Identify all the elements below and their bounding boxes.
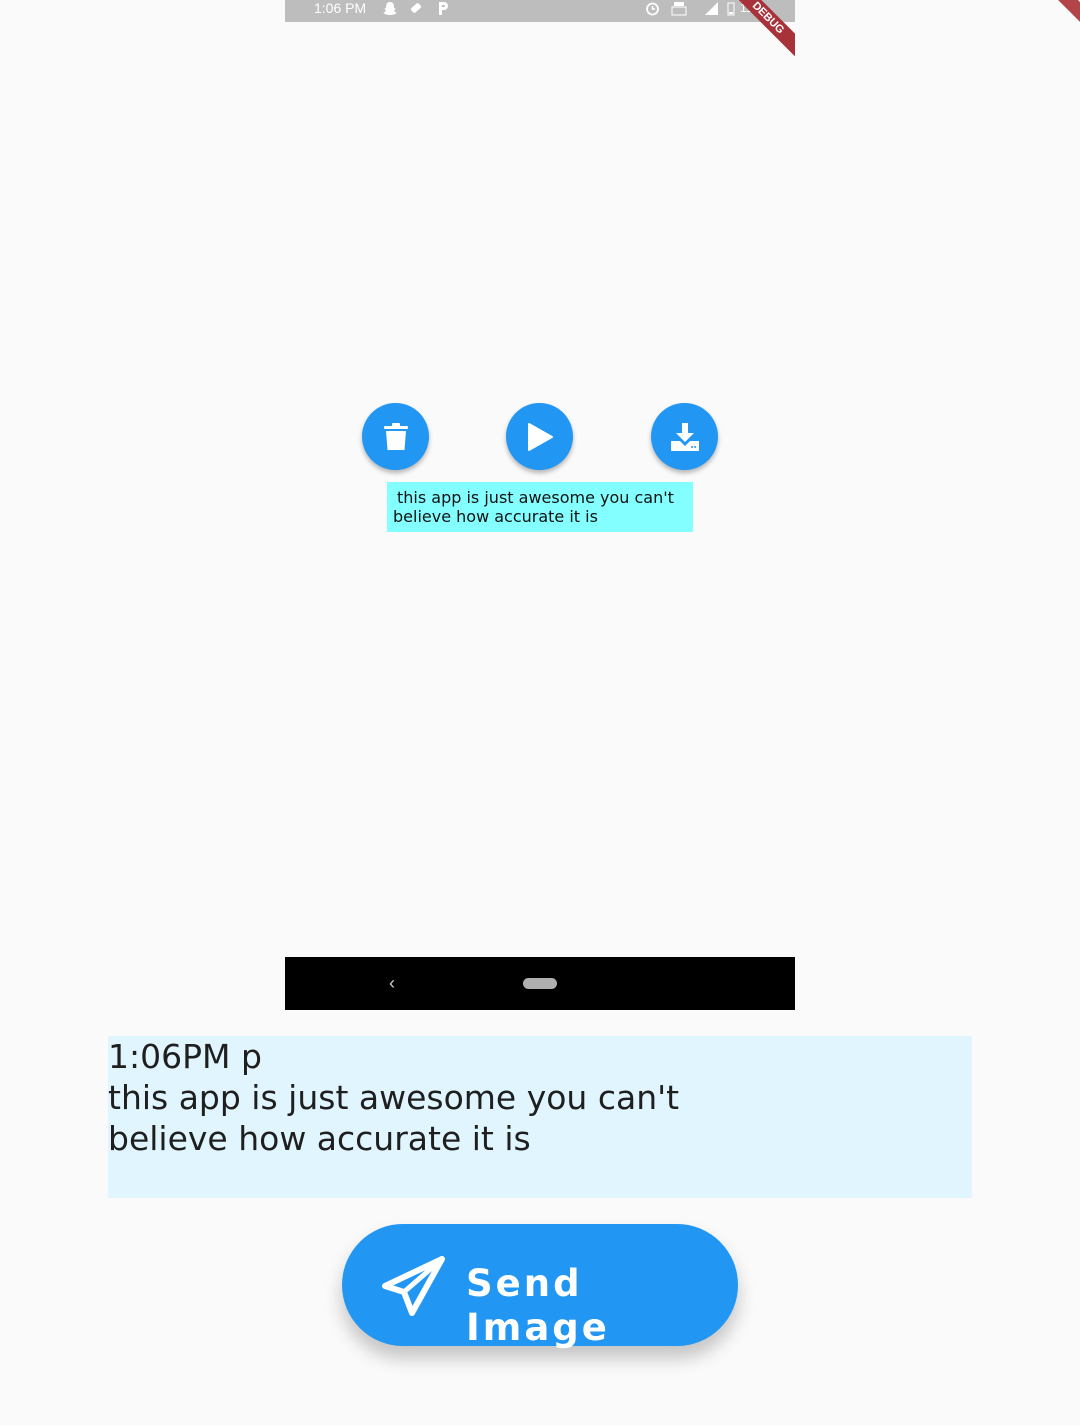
alarm-icon — [645, 1, 660, 19]
status-time: 1:06 PM — [314, 0, 367, 16]
navigation-bar: ‹ — [285, 957, 795, 1010]
send-image-label: Send Image — [466, 1262, 610, 1349]
play-icon — [526, 422, 554, 452]
caption-line-2: believe how accurate it is — [393, 507, 598, 526]
message-line-1: this app is just awesome you can't — [108, 1078, 680, 1117]
debug-corner-ribbon — [1035, 0, 1080, 27]
message-header: 1:06PM p — [108, 1037, 262, 1076]
parking-icon — [437, 1, 449, 19]
send-image-button[interactable]: Send Image — [342, 1224, 738, 1349]
snapchat-icon — [383, 1, 397, 20]
screenshot-preview: 1:06 PM 11% DEBUG — [285, 0, 795, 1010]
tag-icon — [409, 1, 423, 18]
volte-icon — [671, 1, 687, 20]
download-icon — [670, 422, 700, 452]
download-button[interactable] — [651, 403, 718, 470]
battery-icon — [727, 1, 735, 19]
app-page: 1:06 PM 11% DEBUG — [0, 0, 1080, 1425]
paper-plane-icon — [382, 1256, 446, 1321]
message-panel: 1:06PM p this app is just awesome you ca… — [108, 1036, 972, 1198]
message-line-2: believe how accurate it is — [108, 1119, 531, 1158]
caption-line-1: this app is just awesome you can't — [397, 488, 674, 507]
trash-icon — [383, 422, 409, 451]
status-bar: 1:06 PM 11% DEBUG — [285, 0, 795, 63]
home-pill[interactable] — [523, 978, 557, 989]
signal-icon — [703, 1, 719, 19]
preview-caption: this app is just awesome you can't belie… — [387, 482, 693, 532]
back-icon[interactable]: ‹ — [389, 973, 395, 993]
play-button[interactable] — [506, 403, 573, 470]
delete-button[interactable] — [362, 403, 429, 470]
